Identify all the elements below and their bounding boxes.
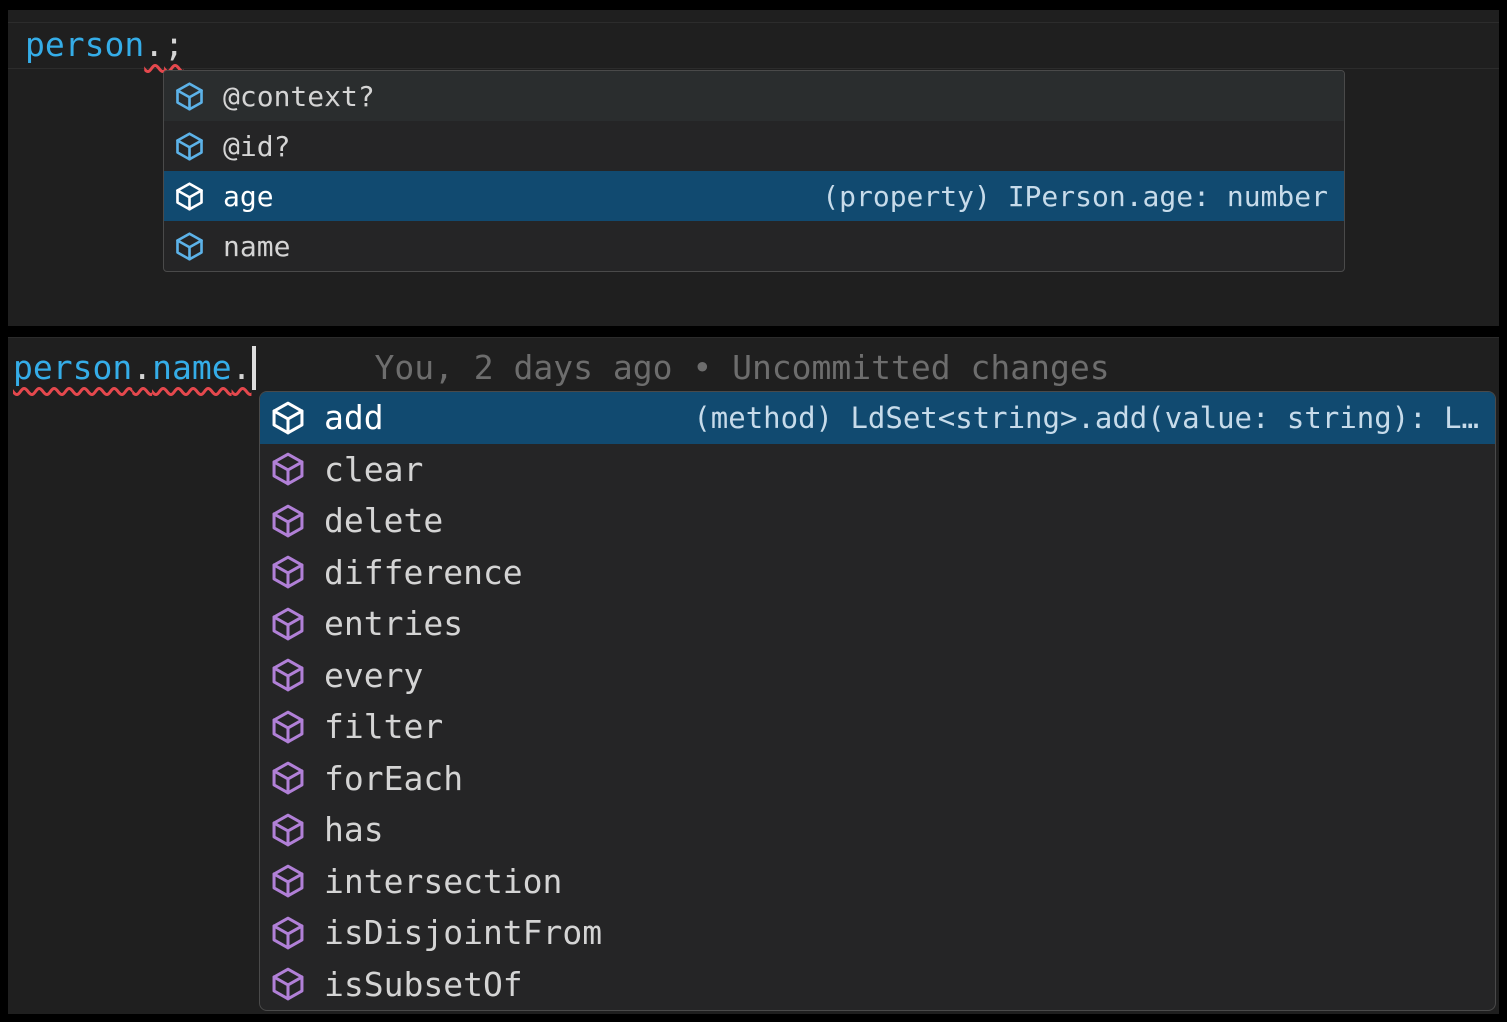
suggest-item-detail: (property) IPerson.age: number [822,180,1328,213]
symbol-method-icon [270,966,306,1002]
text-cursor [252,346,256,390]
editor-window: person.; @context? @id? [0,0,1507,1022]
suggest-item-label: @id? [223,130,290,163]
editor-pane-top[interactable]: person.; @context? @id? [8,10,1499,326]
suggest-item-label: add [324,398,384,437]
suggest-item[interactable]: add (method) LdSet<string>.add(value: st… [260,392,1495,444]
suggest-item[interactable]: entries [260,598,1495,650]
code-token-variable: person [25,25,144,64]
code-token-dot: . [132,348,152,387]
code-token-property: name [152,348,231,387]
suggest-item-label: isDisjointFrom [324,913,602,952]
suggest-item[interactable]: has [260,804,1495,856]
suggest-item[interactable]: @context? [164,71,1344,121]
suggest-item[interactable]: intersection [260,856,1495,908]
suggest-widget-methods: add (method) LdSet<string>.add(value: st… [259,391,1496,1011]
symbol-field-icon [174,231,205,262]
code-token-dot: . [232,348,252,387]
suggest-item[interactable]: name [164,221,1344,271]
suggest-item-label: every [324,656,423,695]
suggest-item-label: intersection [324,862,562,901]
symbol-method-icon [270,554,306,590]
symbol-method-icon [270,760,306,796]
symbol-method-icon [270,709,306,745]
suggest-item[interactable]: every [260,650,1495,702]
symbol-method-icon [270,657,306,693]
suggest-item[interactable]: clear [260,444,1495,496]
suggest-item-label: isSubsetOf [324,965,523,1004]
suggest-item-label: filter [324,707,443,746]
symbol-method-icon [270,863,306,899]
suggest-item-label: @context? [223,80,375,113]
suggest-item[interactable]: isSubsetOf [260,959,1495,1011]
code-token-dot-error: . [144,25,164,64]
symbol-method-icon [270,503,306,539]
symbol-field-icon [174,81,205,112]
code-token-variable: person [13,348,132,387]
suggest-item[interactable]: filter [260,701,1495,753]
suggest-widget-properties: @context? @id? age (property) IPerson.ag… [163,70,1345,272]
suggest-item-label: age [223,180,274,213]
symbol-method-icon [270,915,306,951]
symbol-method-icon [270,451,306,487]
suggest-item-label: has [324,810,384,849]
section-divider [8,326,1499,337]
suggest-item-label: clear [324,450,423,489]
symbol-field-icon [174,131,205,162]
suggest-item-detail: (method) LdSet<string>.add(value: string… [693,401,1479,435]
suggest-item-label: difference [324,553,523,592]
suggest-item[interactable]: delete [260,495,1495,547]
code-token-semicolon-error: ; [164,25,184,64]
suggest-item-label: name [223,230,290,263]
symbol-method-icon [270,812,306,848]
code-line[interactable]: person.name. You, 2 days ago • Uncommitte… [13,344,1110,392]
suggest-item-label: forEach [324,759,463,798]
code-line[interactable]: person.; [25,21,184,69]
git-blame-annotation: You, 2 days ago • Uncommitted changes [374,348,1109,387]
editor-pane-bottom[interactable]: person.name. You, 2 days ago • Uncommitte… [8,337,1499,1014]
suggest-item[interactable]: isDisjointFrom [260,907,1495,959]
symbol-field-icon [174,181,205,212]
suggest-item[interactable]: @id? [164,121,1344,171]
symbol-method-icon [270,400,306,436]
suggest-item-label: delete [324,501,443,540]
current-line-highlight [8,22,1499,69]
suggest-item[interactable]: difference [260,547,1495,599]
suggest-item[interactable]: forEach [260,753,1495,805]
suggest-item-label: entries [324,604,463,643]
suggest-item[interactable]: age (property) IPerson.age: number [164,171,1344,221]
symbol-method-icon [270,606,306,642]
